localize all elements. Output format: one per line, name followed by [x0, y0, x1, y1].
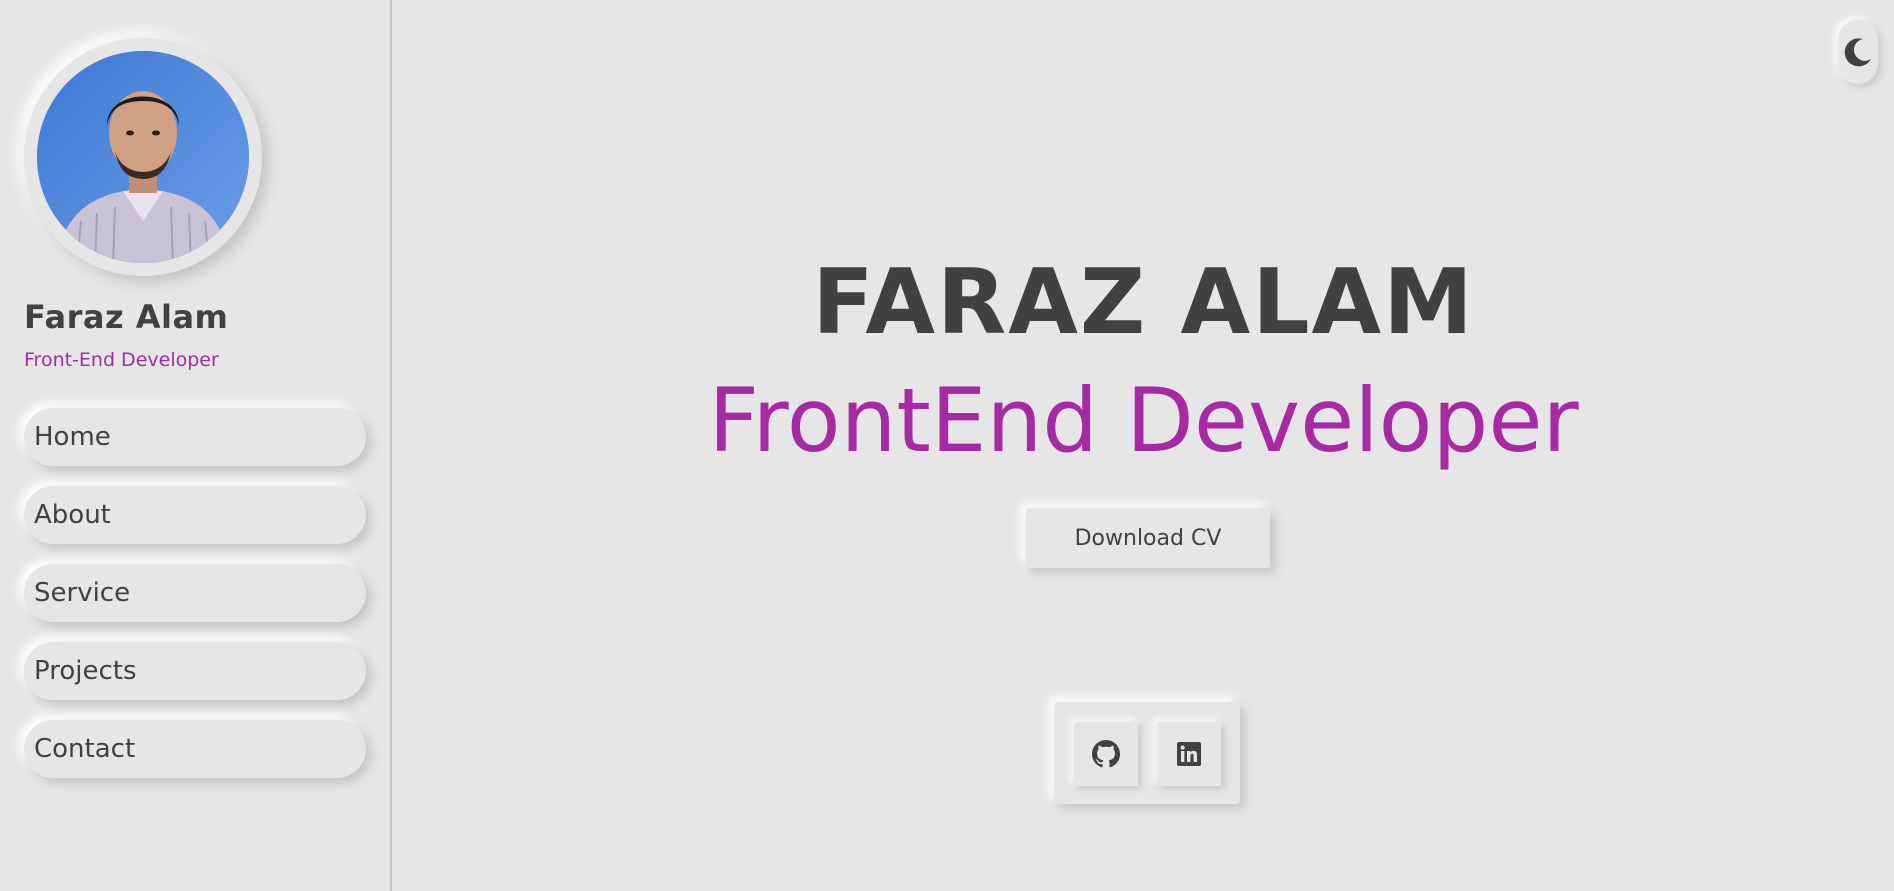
- github-icon: [1092, 740, 1120, 768]
- nav-item-service[interactable]: Service: [24, 564, 366, 622]
- github-link[interactable]: [1074, 722, 1138, 786]
- theme-toggle-button[interactable]: [1838, 20, 1878, 84]
- app-root: Faraz Alam Front-End Developer Home Abou…: [0, 0, 1894, 891]
- nav-item-label: Home: [34, 422, 111, 452]
- hero-name: FARAZ ALAM: [812, 250, 1475, 355]
- linkedin-icon: [1177, 742, 1201, 766]
- download-cv-button[interactable]: Download CV: [1026, 508, 1270, 568]
- hero-role: FrontEnd Developer: [708, 369, 1579, 472]
- sidebar: Faraz Alam Front-End Developer Home Abou…: [0, 0, 392, 891]
- avatar: [37, 51, 249, 263]
- nav-item-label: Projects: [34, 656, 137, 686]
- moon-icon: [1844, 38, 1871, 67]
- nav-item-about[interactable]: About: [24, 486, 366, 544]
- nav-item-home[interactable]: Home: [24, 408, 366, 466]
- sidebar-name: Faraz Alam: [24, 298, 229, 336]
- nav-item-label: Service: [34, 578, 131, 608]
- social-links: [1054, 702, 1240, 804]
- sidebar-nav: Home About Service Projects Contact: [24, 408, 366, 798]
- nav-item-projects[interactable]: Projects: [24, 642, 366, 700]
- nav-item-label: About: [34, 500, 111, 530]
- nav-item-contact[interactable]: Contact: [24, 720, 366, 778]
- avatar-photo: [37, 51, 249, 263]
- sidebar-role: Front-End Developer: [24, 349, 219, 371]
- download-cv-label: Download CV: [1074, 525, 1222, 551]
- avatar-frame: [24, 38, 262, 276]
- nav-item-label: Contact: [34, 734, 136, 764]
- linkedin-link[interactable]: [1157, 722, 1221, 786]
